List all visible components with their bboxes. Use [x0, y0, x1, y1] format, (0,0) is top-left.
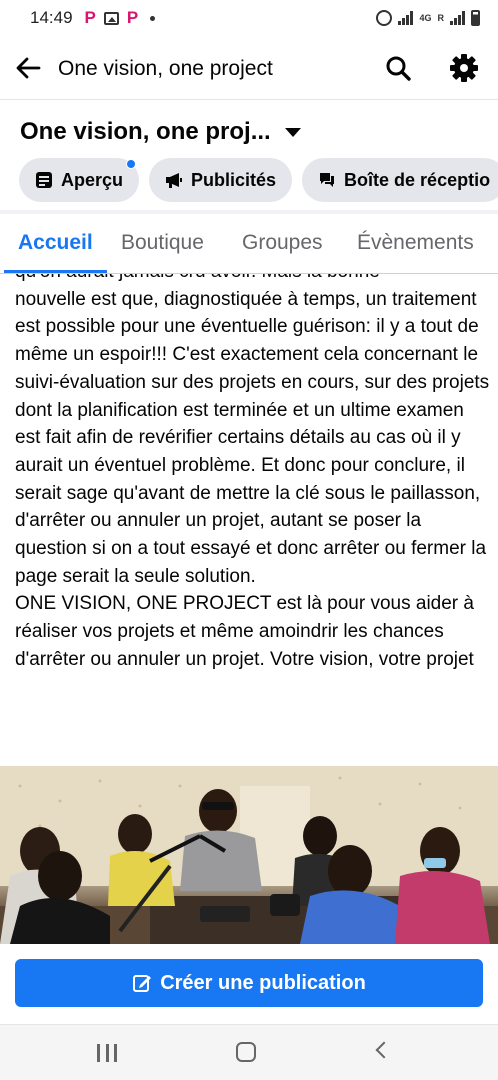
- radio-studio-photo: [0, 766, 498, 944]
- page-action-chips: Aperçu Publicités Boîte de réceptio: [19, 158, 498, 202]
- back-arrow-icon[interactable]: [14, 54, 42, 82]
- cell-signal-icon: [450, 11, 465, 25]
- post-text: qu'on aurait jamais cru avoir. Mais la b…: [15, 258, 491, 674]
- chip-boite-de-reception[interactable]: Boîte de réceptio: [302, 158, 498, 202]
- chip-label: Aperçu: [61, 169, 124, 190]
- notification-p-icon: P: [84, 8, 96, 27]
- notification-p-icon-2: P: [126, 8, 139, 27]
- create-post-bar: Créer une publication: [0, 944, 498, 1024]
- roaming-label: R: [437, 12, 445, 23]
- header-divider: [0, 99, 498, 100]
- tab-evenements[interactable]: Évènements: [357, 231, 474, 255]
- gear-icon[interactable]: [448, 52, 480, 84]
- chip-apercu[interactable]: Aperçu: [19, 158, 140, 202]
- edit-icon: [133, 975, 152, 992]
- overview-icon: [36, 172, 52, 188]
- status-bar: 14:49 P P 4G R: [0, 0, 498, 36]
- create-post-button[interactable]: Créer une publication: [15, 959, 483, 1007]
- post-paragraph-2: ONE VISION, ONE PROJECT est là pour vous…: [15, 593, 474, 670]
- recent-apps-icon[interactable]: [97, 1044, 117, 1062]
- post-photo[interactable]: [0, 766, 498, 944]
- page-tabs: Accueil Boutique Groupes Évènements: [0, 214, 498, 274]
- back-icon[interactable]: [375, 1041, 393, 1059]
- tab-accueil[interactable]: Accueil: [18, 231, 93, 255]
- network-type-label: 4G: [419, 12, 432, 23]
- page-name: One vision, one proj...: [20, 118, 271, 145]
- create-post-label: Créer une publication: [160, 971, 366, 994]
- gallery-notification-icon: [103, 11, 119, 25]
- more-notifications-icon: [150, 15, 156, 21]
- header-title: One vision, one project: [58, 57, 273, 80]
- chip-label: Boîte de réceptio: [344, 169, 491, 190]
- home-icon[interactable]: [236, 1042, 256, 1062]
- chat-icon: [320, 173, 335, 187]
- caret-down-icon: [284, 127, 301, 137]
- system-navigation-bar: [0, 1024, 498, 1080]
- megaphone-icon: [166, 173, 183, 188]
- notification-dot: [126, 159, 136, 169]
- search-icon[interactable]: [384, 54, 412, 82]
- chip-label: Publicités: [191, 169, 277, 190]
- chip-publicites[interactable]: Publicités: [149, 158, 293, 202]
- tab-boutique[interactable]: Boutique: [121, 231, 204, 255]
- alarm-icon: [376, 10, 393, 26]
- status-time: 14:49: [30, 8, 73, 27]
- battery-icon: [471, 10, 480, 26]
- wifi-signal-icon: [398, 11, 414, 25]
- tabs-divider: [0, 273, 498, 274]
- page-switcher[interactable]: One vision, one proj...: [20, 118, 301, 146]
- app-header: One vision, one project: [0, 40, 498, 96]
- tab-groupes[interactable]: Groupes: [242, 231, 323, 255]
- post-paragraph-1: nouvelle est que, diagnostiquée à temps,…: [15, 288, 490, 587]
